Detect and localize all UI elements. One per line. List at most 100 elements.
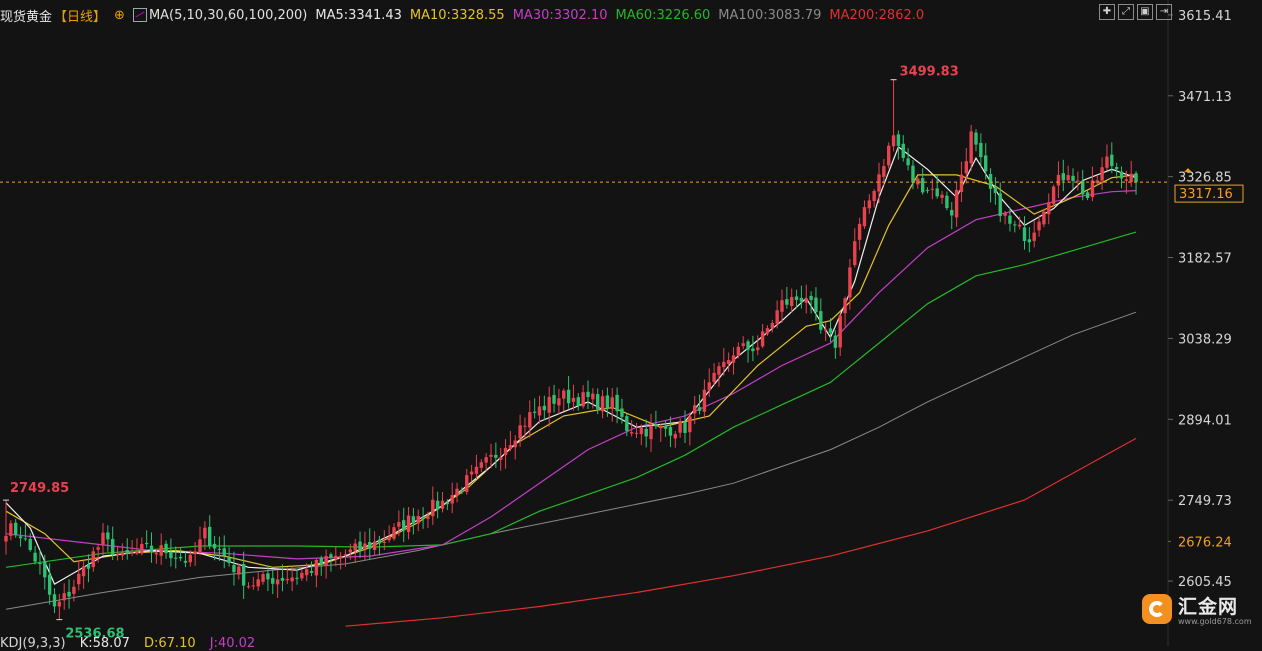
candle-up — [1105, 156, 1109, 168]
candle-down — [809, 295, 813, 300]
candle-up — [261, 574, 265, 582]
candle-down — [183, 560, 188, 563]
image-icon[interactable]: ▣ — [1137, 4, 1153, 20]
candle-up — [1056, 174, 1061, 186]
candle-up — [717, 366, 721, 375]
candle-down — [920, 178, 925, 193]
candle-up — [256, 579, 260, 587]
candle-up — [188, 554, 192, 563]
candle-up — [528, 412, 532, 428]
candle-up — [634, 432, 639, 434]
candle-up — [392, 527, 396, 539]
symbol-title: 现货黄金 — [0, 9, 53, 25]
candle-down — [911, 165, 915, 183]
candle-down — [906, 158, 910, 166]
candle-down — [988, 174, 993, 189]
candle-up — [649, 425, 653, 440]
y-tick-label: 2605.45 — [1178, 575, 1232, 590]
candle-up — [363, 543, 367, 549]
candle-down — [1022, 227, 1027, 242]
candle-up — [571, 397, 576, 402]
candle-up — [916, 178, 920, 185]
candle-up — [591, 393, 595, 400]
candle-up — [324, 556, 328, 566]
candle-up — [353, 543, 357, 551]
candle-up — [455, 488, 459, 496]
candle-up — [348, 549, 353, 553]
add-symbol-icon[interactable]: ⊕ — [114, 8, 125, 23]
candle-up — [1066, 175, 1070, 181]
candle-down — [18, 536, 23, 539]
candle-up — [101, 532, 105, 546]
high-price-label: 3499.83 — [900, 65, 959, 80]
candle-down — [586, 391, 590, 397]
candle-up — [440, 500, 445, 509]
candle-up — [499, 457, 503, 460]
candle-down — [925, 189, 930, 191]
candle-up — [954, 189, 959, 218]
candle-up — [246, 586, 251, 588]
candle-up — [305, 569, 309, 576]
exit-icon[interactable]: ⇥ — [1156, 4, 1172, 20]
kdj-label[interactable]: KDJ(9,3,3) — [0, 636, 66, 651]
ma-params[interactable]: MA(5,10,30,60,100,200) — [149, 8, 307, 23]
ma30-line — [5, 190, 1137, 560]
candle-up — [712, 372, 716, 382]
candle-up — [508, 445, 513, 450]
candle-up — [853, 241, 857, 266]
candle-up — [940, 194, 944, 198]
candlestick-chart[interactable]: 3615.41 3471.13 3326.85 3182.57 3038.29 2894.… — [0, 0, 1262, 646]
candle-up — [862, 207, 867, 227]
candle-up — [600, 396, 605, 412]
candle-up — [72, 586, 76, 594]
candle-up — [673, 434, 677, 439]
candle-down — [149, 545, 154, 553]
candle-up — [387, 537, 391, 541]
candle-up — [964, 161, 968, 174]
candle-down — [280, 577, 285, 581]
candle-down — [52, 594, 57, 607]
candle-down — [828, 328, 833, 333]
crosshair-icon[interactable]: ✚ — [1099, 4, 1115, 20]
candle-up — [760, 331, 765, 347]
candle-down — [358, 541, 362, 551]
candle-down — [819, 311, 823, 330]
candle-down — [43, 561, 47, 578]
candles-group — [4, 79, 1138, 620]
candle-down — [1114, 166, 1119, 170]
expand-icon[interactable]: ⤢ — [1118, 4, 1134, 20]
candle-down — [1071, 175, 1075, 181]
candle-down — [23, 538, 28, 540]
ma200-value: MA200:2862.0 — [829, 7, 925, 23]
candle-down — [271, 578, 275, 584]
candle-up — [887, 145, 891, 166]
candle-down — [319, 557, 323, 565]
y-tick-label: 3615.41 — [1178, 9, 1232, 24]
candle-down — [329, 554, 333, 558]
candle-down — [605, 395, 610, 409]
y-tick-label: 3471.13 — [1178, 90, 1232, 105]
candle-down — [125, 550, 129, 554]
period-label[interactable]: 【日线】 — [54, 6, 106, 25]
candle-up — [397, 522, 401, 527]
candle-up — [537, 406, 542, 416]
y-tick-label: 3326.85 — [1178, 171, 1232, 186]
candle-down — [542, 405, 547, 411]
candle-down — [435, 500, 440, 510]
candle-up — [726, 360, 731, 364]
candle-down — [683, 421, 687, 433]
candle-up — [426, 516, 430, 519]
candle-down — [644, 428, 648, 437]
ma30-value: MA30:3302.10 — [512, 7, 608, 23]
candle-down — [67, 591, 71, 597]
candle-up — [203, 527, 207, 539]
candle-up — [629, 432, 634, 434]
candle-up — [1100, 167, 1104, 181]
candle-up — [503, 447, 508, 456]
indicator-settings-icon[interactable] — [132, 8, 147, 22]
candle-down — [14, 522, 18, 536]
kdj-j-value: J:40.02 — [209, 636, 256, 651]
candle-down — [174, 557, 178, 559]
candle-down — [552, 394, 556, 404]
candle-up — [562, 390, 566, 399]
